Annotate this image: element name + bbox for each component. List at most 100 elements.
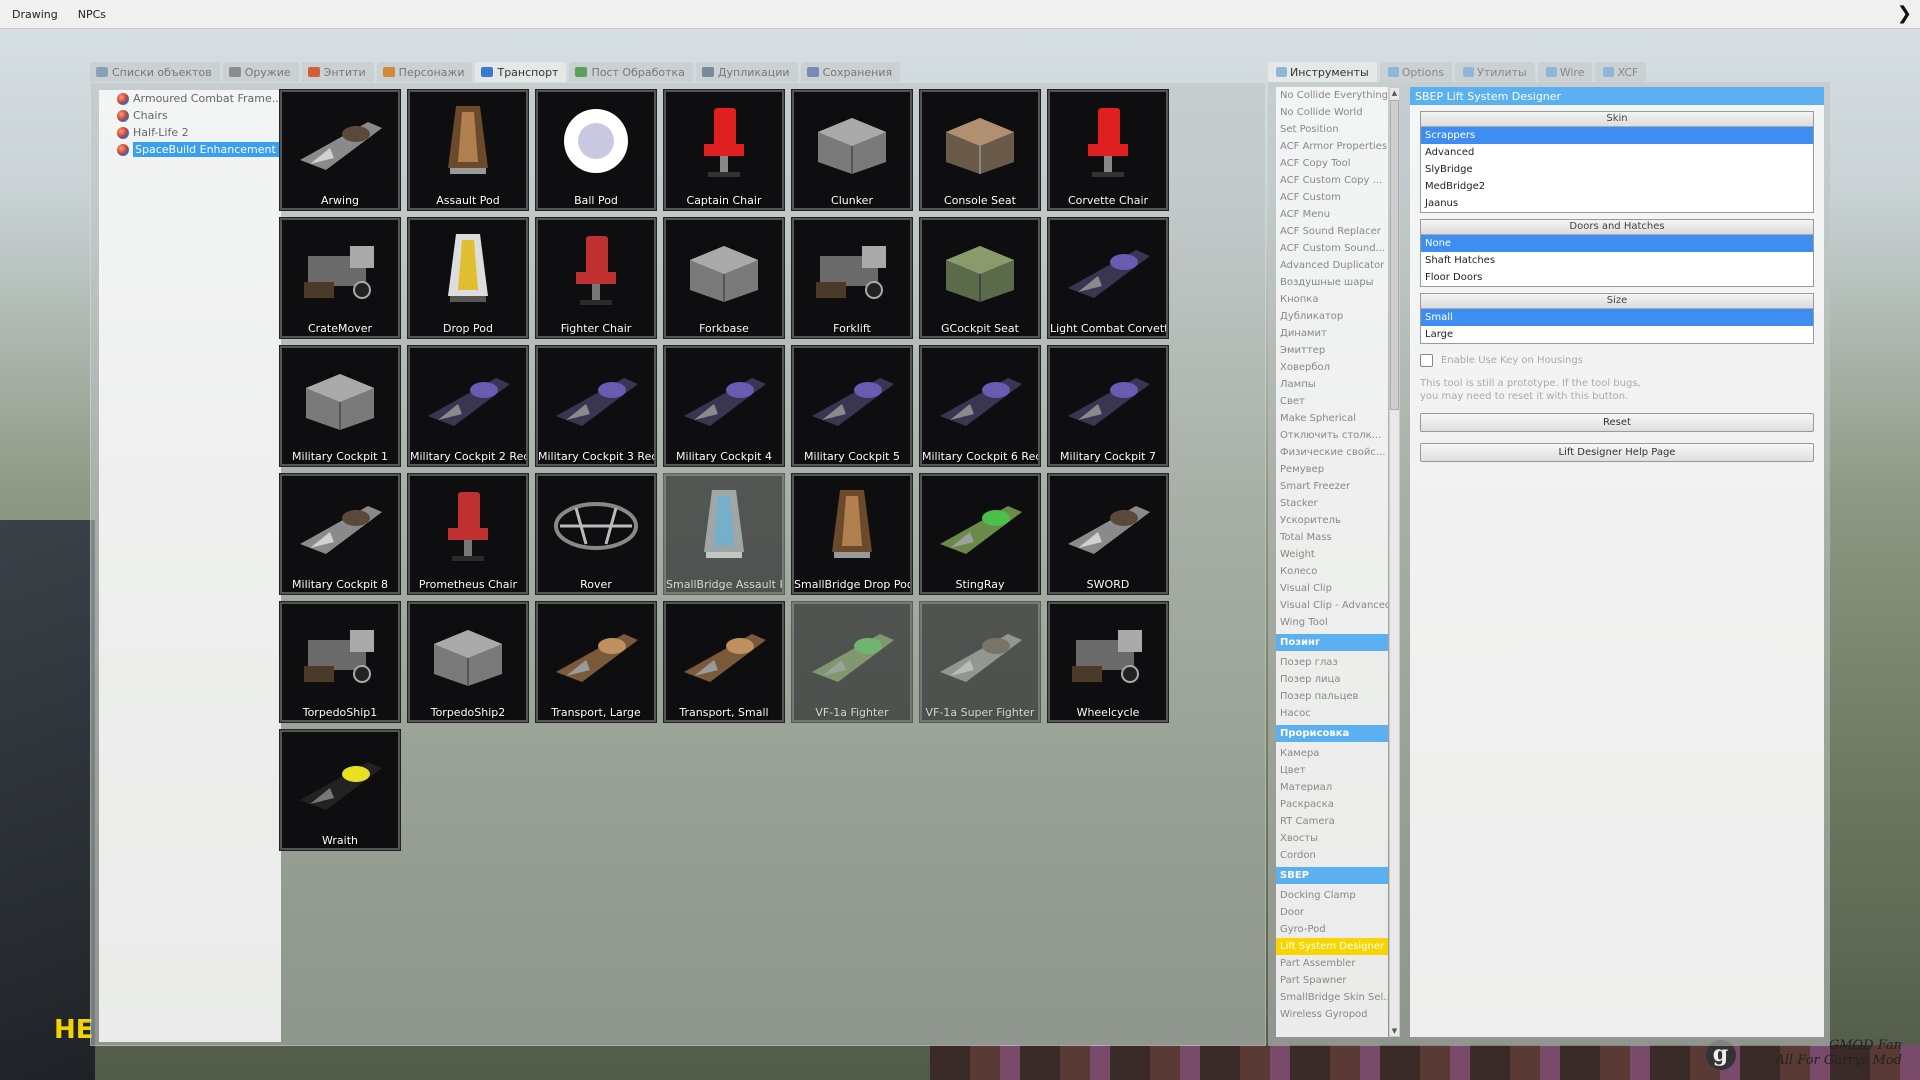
size-option[interactable]: Small: [1421, 309, 1813, 326]
tool-item[interactable]: Visual Clip - Advanced: [1276, 597, 1388, 614]
vehicle-tile-forklift[interactable]: Forklift: [791, 217, 913, 339]
vehicle-tile-corvette-chair[interactable]: Corvette Chair: [1047, 89, 1169, 211]
vehicle-tile-military-cockpit-2-redux[interactable]: Military Cockpit 2 Redux: [407, 345, 529, 467]
vehicle-tile-military-cockpit-3-redux[interactable]: Military Cockpit 3 Redux: [535, 345, 657, 467]
tool-category[interactable]: Позинг: [1276, 634, 1388, 651]
tree-node[interactable]: Half-Life 2: [99, 124, 281, 141]
vehicle-tile-military-cockpit-7[interactable]: Military Cockpit 7: [1047, 345, 1169, 467]
tool-item[interactable]: Эмиттер: [1276, 342, 1388, 359]
vehicle-tile-military-cockpit-8[interactable]: Military Cockpit 8: [279, 473, 401, 595]
tab-4[interactable]: Транспорт: [475, 62, 567, 82]
tool-item[interactable]: Wing Tool: [1276, 614, 1388, 631]
vehicle-tile-military-cockpit-5[interactable]: Military Cockpit 5: [791, 345, 913, 467]
tool-item[interactable]: Отключить столк...: [1276, 427, 1388, 444]
tool-item[interactable]: Part Assembler: [1276, 955, 1388, 972]
tool-item[interactable]: Gyro-Pod: [1276, 921, 1388, 938]
vehicle-tile-forkbase[interactable]: Forkbase: [663, 217, 785, 339]
tool-category[interactable]: SBEP: [1276, 867, 1388, 884]
tool-item[interactable]: Кнопка: [1276, 291, 1388, 308]
vehicle-tile-transport-large[interactable]: Transport, Large: [535, 601, 657, 723]
tool-item[interactable]: ACF Copy Tool: [1276, 155, 1388, 172]
skin-option[interactable]: MedBridge2: [1421, 178, 1813, 195]
vehicle-tile-cratemover[interactable]: CrateMover: [279, 217, 401, 339]
vehicle-tile-fighter-chair[interactable]: Fighter Chair: [535, 217, 657, 339]
tool-item[interactable]: RT Camera: [1276, 813, 1388, 830]
tool-item[interactable]: Door: [1276, 904, 1388, 921]
vehicle-tile-smallbridge-drop-pod[interactable]: SmallBridge Drop Pod: [791, 473, 913, 595]
skin-option[interactable]: Scrappers: [1421, 127, 1813, 144]
tool-item[interactable]: ACF Custom Sound...: [1276, 240, 1388, 257]
skin-header[interactable]: Skin: [1421, 112, 1813, 127]
scroll-down-icon[interactable]: ▼: [1390, 1026, 1399, 1036]
tool-item[interactable]: Weight: [1276, 546, 1388, 563]
vehicle-tile-arwing[interactable]: Arwing: [279, 89, 401, 211]
tool-item[interactable]: Stacker: [1276, 495, 1388, 512]
vehicle-tile-transport-small[interactable]: Transport, Small: [663, 601, 785, 723]
vehicle-tile-smallbridge-assault-pod[interactable]: SmallBridge Assault Pod: [663, 473, 785, 595]
doors-header[interactable]: Doors and Hatches: [1421, 220, 1813, 235]
tool-item[interactable]: SmallBridge Skin Sel...: [1276, 989, 1388, 1006]
tool-item[interactable]: Ремувер: [1276, 461, 1388, 478]
vehicle-tile-military-cockpit-6-redux[interactable]: Military Cockpit 6 Redux: [919, 345, 1041, 467]
skin-option[interactable]: SlyBridge: [1421, 161, 1813, 178]
tool-item[interactable]: Лампы: [1276, 376, 1388, 393]
tool-item[interactable]: Make Spherical: [1276, 410, 1388, 427]
tool-item[interactable]: Колесо: [1276, 563, 1388, 580]
vehicle-tile-gcockpit-seat[interactable]: GCockpit Seat: [919, 217, 1041, 339]
tool-item[interactable]: Воздушные шары: [1276, 274, 1388, 291]
doors-option[interactable]: Floor Doors: [1421, 269, 1813, 286]
tab-0[interactable]: Списки объектов: [90, 62, 220, 82]
use-key-checkbox[interactable]: [1420, 354, 1433, 367]
tool-item[interactable]: Динамит: [1276, 325, 1388, 342]
tool-item[interactable]: Visual Clip: [1276, 580, 1388, 597]
tool-item[interactable]: Материал: [1276, 779, 1388, 796]
tool-item[interactable]: Docking Clamp: [1276, 887, 1388, 904]
tool-item-active[interactable]: Lift System Designer: [1276, 938, 1388, 955]
vehicle-tile-sword[interactable]: SWORD: [1047, 473, 1169, 595]
vehicle-tile-wraith[interactable]: Wraith: [279, 729, 401, 851]
tool-item[interactable]: Advanced Duplicator: [1276, 257, 1388, 274]
tool-item[interactable]: Свет: [1276, 393, 1388, 410]
tool-item[interactable]: Set Position: [1276, 121, 1388, 138]
tab-7[interactable]: Сохранения: [800, 62, 901, 82]
tree-node[interactable]: SpaceBuild Enhancement ...: [99, 141, 281, 158]
tool-item[interactable]: Позер пальцев: [1276, 688, 1388, 705]
vehicle-tile-prometheus-chair[interactable]: Prometheus Chair: [407, 473, 529, 595]
vehicle-tile-console-seat[interactable]: Console Seat: [919, 89, 1041, 211]
tab-2[interactable]: Энтити: [301, 62, 374, 82]
vehicle-tile-military-cockpit-1[interactable]: Military Cockpit 1: [279, 345, 401, 467]
tool-item[interactable]: Cordon: [1276, 847, 1388, 864]
tool-tab-0[interactable]: Инструменты: [1268, 62, 1377, 82]
doors-option[interactable]: None: [1421, 235, 1813, 252]
menu-npcs[interactable]: NPCs: [78, 8, 106, 21]
help-page-button[interactable]: Lift Designer Help Page: [1420, 443, 1814, 462]
vehicle-tile-drop-pod[interactable]: Drop Pod: [407, 217, 529, 339]
tool-item[interactable]: Wireless Gyropod: [1276, 1006, 1388, 1023]
tool-item[interactable]: Ховербол: [1276, 359, 1388, 376]
close-icon[interactable]: ❯: [1897, 3, 1912, 24]
vehicle-tile-light-combat-corvette[interactable]: Light Combat Corvette: [1047, 217, 1169, 339]
vehicle-tile-torpedoship2[interactable]: TorpedoShip2: [407, 601, 529, 723]
scroll-up-icon[interactable]: ▲: [1390, 88, 1399, 98]
tool-item[interactable]: ACF Custom Copy ...: [1276, 172, 1388, 189]
tool-category[interactable]: Прорисовка: [1276, 725, 1388, 742]
vehicle-tile-torpedoship1[interactable]: TorpedoShip1: [279, 601, 401, 723]
vehicle-tile-vf-1a-fighter[interactable]: VF-1a Fighter: [791, 601, 913, 723]
tree-node[interactable]: Armoured Combat Frame...: [99, 90, 281, 107]
vehicle-tile-military-cockpit-4[interactable]: Military Cockpit 4: [663, 345, 785, 467]
reset-button[interactable]: Reset: [1420, 413, 1814, 432]
menu-drawing[interactable]: Drawing: [12, 8, 58, 21]
tool-item[interactable]: Хвосты: [1276, 830, 1388, 847]
tool-item[interactable]: Дубликатор: [1276, 308, 1388, 325]
tool-item[interactable]: Цвет: [1276, 762, 1388, 779]
tab-6[interactable]: Дупликации: [695, 62, 798, 82]
vehicle-tile-wheelcycle[interactable]: Wheelcycle: [1047, 601, 1169, 723]
tool-item[interactable]: Total Mass: [1276, 529, 1388, 546]
tool-item[interactable]: ACF Menu: [1276, 206, 1388, 223]
tool-item[interactable]: No Collide World: [1276, 104, 1388, 121]
skin-option[interactable]: Jaanus: [1421, 195, 1813, 212]
vehicle-tile-captain-chair[interactable]: Captain Chair: [663, 89, 785, 211]
tool-tab-2[interactable]: Утилиты: [1455, 62, 1535, 82]
tool-tab-4[interactable]: XCF: [1595, 62, 1647, 82]
tool-item[interactable]: ACF Sound Replacer: [1276, 223, 1388, 240]
